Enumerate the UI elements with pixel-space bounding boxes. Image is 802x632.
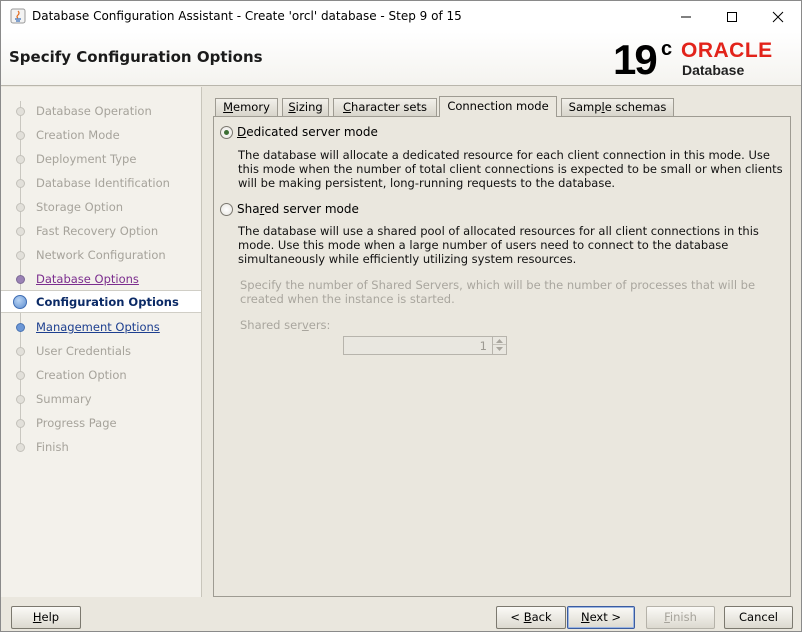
help-button[interactable]: Help bbox=[11, 606, 81, 629]
step-database-options[interactable]: Database Options bbox=[1, 268, 201, 291]
step-indicator-icon bbox=[16, 107, 25, 116]
step-indicator-icon bbox=[16, 155, 25, 164]
title-bar: Database Configuration Assistant - Creat… bbox=[1, 1, 801, 32]
step-indicator-icon bbox=[16, 227, 25, 236]
step-network-configuration: Network Configuration bbox=[1, 244, 201, 267]
step-label: Finish bbox=[36, 440, 69, 454]
shared-server-description: The database will use a shared pool of a… bbox=[238, 224, 759, 266]
step-indicator-icon bbox=[16, 275, 25, 284]
step-label: Management Options bbox=[36, 320, 160, 334]
shared-server-radio[interactable] bbox=[220, 202, 233, 216]
tab-sample-schemas[interactable]: Sample schemas bbox=[561, 98, 674, 116]
shared-servers-spinner[interactable]: 1 bbox=[343, 336, 507, 355]
tab-memory[interactable]: Memory bbox=[215, 98, 278, 116]
shared-servers-note: Specify the number of Shared Servers, wh… bbox=[240, 278, 756, 306]
step-label: Database Options bbox=[36, 272, 139, 286]
minimize-icon bbox=[681, 16, 691, 17]
finish-button[interactable]: Finish bbox=[646, 606, 715, 629]
step-indicator-icon bbox=[13, 295, 27, 309]
dbca-window: Database Configuration Assistant - Creat… bbox=[0, 0, 802, 632]
logo-version-suffix: c bbox=[661, 38, 673, 60]
dedicated-server-description: The database will allocate a dedicated r… bbox=[238, 148, 783, 190]
step-label: Summary bbox=[36, 392, 92, 406]
dedicated-server-label: Dedicated server mode bbox=[237, 125, 378, 139]
step-indicator-icon bbox=[16, 443, 25, 452]
step-summary: Summary bbox=[1, 388, 201, 411]
page-title: Specify Configuration Options bbox=[9, 48, 263, 66]
shared-servers-value: 1 bbox=[479, 339, 487, 353]
step-indicator-icon bbox=[16, 251, 25, 260]
next-button[interactable]: Next > bbox=[567, 606, 635, 629]
tab-connection-mode[interactable]: Connection mode bbox=[439, 96, 557, 117]
oracle-database-logo: 19 c ORACLE Database bbox=[613, 36, 793, 83]
step-indicator-icon bbox=[16, 131, 25, 140]
content-area: Memory Sizing Character sets Connection … bbox=[213, 96, 791, 597]
maximize-button[interactable] bbox=[709, 1, 755, 32]
close-button[interactable] bbox=[755, 1, 801, 32]
step-indicator-icon bbox=[16, 371, 25, 380]
spinner-down-button[interactable] bbox=[493, 345, 506, 353]
step-label: Network Configuration bbox=[36, 248, 166, 262]
step-creation-option: Creation Option bbox=[1, 364, 201, 387]
step-label: Creation Option bbox=[36, 368, 127, 382]
chevron-up-icon bbox=[496, 338, 503, 343]
java-app-icon bbox=[10, 8, 26, 24]
steps-navigation: Database Operation Creation Mode Deploymen… bbox=[1, 87, 202, 597]
tab-character-sets[interactable]: Character sets bbox=[333, 98, 437, 116]
step-indicator-icon bbox=[16, 323, 25, 332]
close-icon bbox=[772, 11, 784, 22]
step-storage-option: Storage Option bbox=[1, 196, 201, 219]
maximize-icon bbox=[727, 11, 737, 22]
shared-servers-label: Shared servers: bbox=[240, 318, 331, 332]
step-label: Fast Recovery Option bbox=[36, 224, 159, 238]
cancel-button[interactable]: Cancel bbox=[724, 606, 793, 629]
header-banner: Specify Configuration Options 19 c ORACL… bbox=[1, 32, 801, 86]
dedicated-server-option[interactable]: Dedicated server mode bbox=[220, 124, 378, 140]
step-label: Storage Option bbox=[36, 200, 124, 214]
step-label: Progress Page bbox=[36, 416, 117, 430]
step-indicator-icon bbox=[16, 347, 25, 356]
step-creation-mode: Creation Mode bbox=[1, 124, 201, 147]
step-indicator-icon bbox=[16, 203, 25, 212]
step-deployment-type: Deployment Type bbox=[1, 148, 201, 171]
tab-strip: Memory Sizing Character sets Connection … bbox=[213, 96, 791, 117]
step-fast-recovery-option: Fast Recovery Option bbox=[1, 220, 201, 243]
tab-sizing[interactable]: Sizing bbox=[282, 98, 329, 116]
step-label: Database Identification bbox=[36, 176, 170, 190]
step-management-options[interactable]: Management Options bbox=[1, 316, 201, 339]
step-finish: Finish bbox=[1, 436, 201, 459]
connection-mode-panel: Dedicated server mode The database will … bbox=[213, 116, 791, 597]
window-title: Database Configuration Assistant - Creat… bbox=[32, 9, 462, 23]
step-indicator-icon bbox=[16, 419, 25, 428]
logo-product: Database bbox=[682, 62, 745, 78]
step-label: Creation Mode bbox=[36, 128, 120, 142]
step-indicator-icon bbox=[16, 395, 25, 404]
back-button[interactable]: < Back bbox=[496, 606, 566, 629]
step-indicator-icon bbox=[16, 179, 25, 188]
chevron-down-icon bbox=[496, 347, 503, 351]
logo-brand: ORACLE bbox=[681, 39, 773, 62]
step-database-operation: Database Operation bbox=[1, 100, 201, 123]
step-user-credentials: User Credentials bbox=[1, 340, 201, 363]
spinner-up-button[interactable] bbox=[493, 337, 506, 345]
step-label: Configuration Options bbox=[36, 295, 179, 309]
step-label: Deployment Type bbox=[36, 152, 137, 166]
shared-server-option[interactable]: Shared server mode bbox=[220, 201, 359, 217]
step-label: User Credentials bbox=[36, 344, 132, 358]
minimize-button[interactable] bbox=[663, 1, 709, 32]
spinner-buttons bbox=[492, 337, 506, 354]
step-configuration-options: Configuration Options bbox=[1, 290, 201, 313]
dedicated-server-radio[interactable] bbox=[220, 125, 233, 139]
logo-version: 19 bbox=[613, 36, 658, 83]
step-database-identification: Database Identification bbox=[1, 172, 201, 195]
step-progress-page: Progress Page bbox=[1, 412, 201, 435]
shared-server-label: Shared server mode bbox=[237, 202, 359, 216]
step-label: Database Operation bbox=[36, 104, 152, 118]
